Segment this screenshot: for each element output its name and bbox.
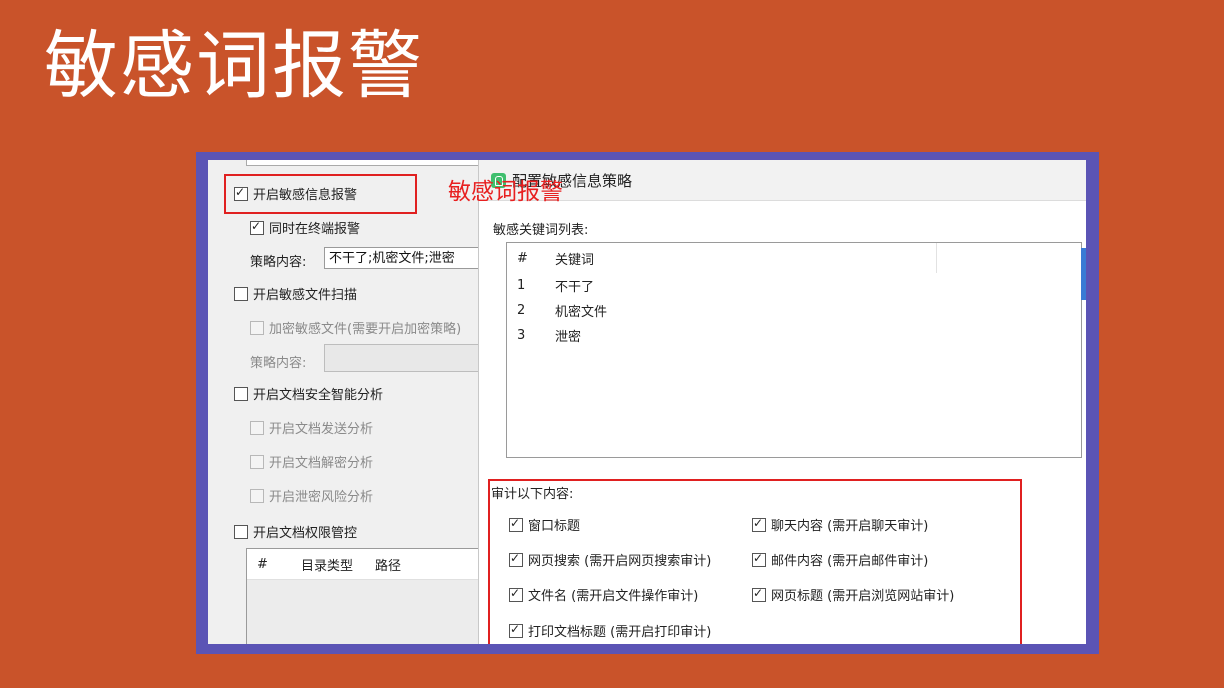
- keyword-list[interactable]: # 关键词 1 不干了 2 机密文件 3 泄密: [506, 242, 1082, 458]
- audit-highlight-box: [488, 479, 1022, 644]
- screenshot-frame: 开启敏感信息报警 同时在终端报警 策略内容: 不干了;机密文件;泄密 开启敏感文…: [196, 152, 1099, 654]
- list-item[interactable]: 3 泄密: [507, 323, 1081, 348]
- dialog-titlebar: 配置敏感信息策略: [479, 160, 1086, 201]
- terminal-alert-label: 同时在终端报警: [269, 222, 361, 237]
- kw-num: 3: [517, 328, 526, 343]
- screenshot: 开启敏感信息报警 同时在终端报警 策略内容: 不干了;机密文件;泄密 开启敏感文…: [208, 160, 1086, 644]
- encrypt-sensitive-checkbox[interactable]: 加密敏感文件(需要开启加密策略): [250, 318, 461, 337]
- list-item[interactable]: 2 机密文件: [507, 298, 1081, 323]
- top-field-edge: [246, 160, 480, 166]
- leak-risk-label: 开启泄密风险分析: [269, 490, 374, 505]
- encrypt-sensitive-label: 加密敏感文件(需要开启加密策略): [269, 322, 462, 337]
- checkbox-icon: [250, 420, 264, 435]
- leak-risk-checkbox[interactable]: 开启泄密风险分析: [250, 486, 373, 505]
- edge-bar: [1081, 248, 1086, 300]
- keyword-list-label: 敏感关键词列表:: [493, 223, 589, 238]
- checkbox-icon: [250, 488, 264, 503]
- doc-send-checkbox[interactable]: 开启文档发送分析: [250, 418, 373, 437]
- dir-col-path: 路径: [375, 558, 402, 574]
- checkbox-icon: [234, 386, 248, 401]
- kw-text: 机密文件: [555, 305, 608, 320]
- policy-input[interactable]: 不干了;机密文件;泄密: [324, 247, 484, 269]
- dir-col-num: #: [257, 556, 268, 572]
- policy-dialog: 配置敏感信息策略 敏感关键词列表: # 关键词 1 不干了 2 机密文件 3 泄…: [478, 160, 1086, 644]
- highlight-box: [224, 174, 417, 214]
- directory-table-header: # 目录类型 路径: [247, 549, 479, 580]
- enable-file-scan-checkbox[interactable]: 开启敏感文件扫描: [234, 284, 357, 303]
- checkbox-icon: [234, 286, 248, 301]
- doc-send-label: 开启文档发送分析: [269, 422, 374, 437]
- checkbox-icon: [234, 524, 248, 539]
- list-item[interactable]: 1 不干了: [507, 273, 1081, 298]
- slide-title: 敏感词报警: [44, 23, 424, 109]
- checkbox-icon: [250, 320, 264, 335]
- kw-col-keyword: 关键词: [543, 243, 937, 273]
- settings-panel: 开启敏感信息报警 同时在终端报警 策略内容: 不干了;机密文件;泄密 开启敏感文…: [208, 160, 484, 644]
- policy-input-2[interactable]: [324, 344, 484, 372]
- terminal-alert-checkbox[interactable]: 同时在终端报警: [250, 218, 360, 237]
- kw-col-num: #: [517, 250, 528, 266]
- enable-doc-ai-label: 开启文档安全智能分析: [253, 388, 384, 403]
- checkbox-icon: [250, 454, 264, 469]
- kw-num: 1: [517, 278, 526, 293]
- annotation-label: 敏感词报警: [448, 179, 563, 205]
- doc-decrypt-label: 开启文档解密分析: [269, 456, 374, 471]
- policy-label: 策略内容:: [250, 255, 307, 270]
- enable-file-scan-label: 开启敏感文件扫描: [253, 288, 358, 303]
- doc-permission-label: 开启文档权限管控: [253, 526, 358, 541]
- kw-num: 2: [517, 303, 526, 318]
- directory-table[interactable]: # 目录类型 路径: [246, 548, 480, 644]
- checkbox-icon: [250, 219, 264, 235]
- enable-doc-ai-checkbox[interactable]: 开启文档安全智能分析: [234, 384, 383, 403]
- keyword-list-header: # 关键词: [507, 243, 1081, 273]
- kw-text: 不干了: [555, 280, 595, 295]
- dir-col-type: 目录类型: [301, 558, 354, 574]
- kw-text: 泄密: [555, 330, 582, 345]
- doc-permission-checkbox[interactable]: 开启文档权限管控: [234, 522, 357, 541]
- policy-label-2: 策略内容:: [250, 356, 307, 371]
- doc-decrypt-checkbox[interactable]: 开启文档解密分析: [250, 452, 373, 471]
